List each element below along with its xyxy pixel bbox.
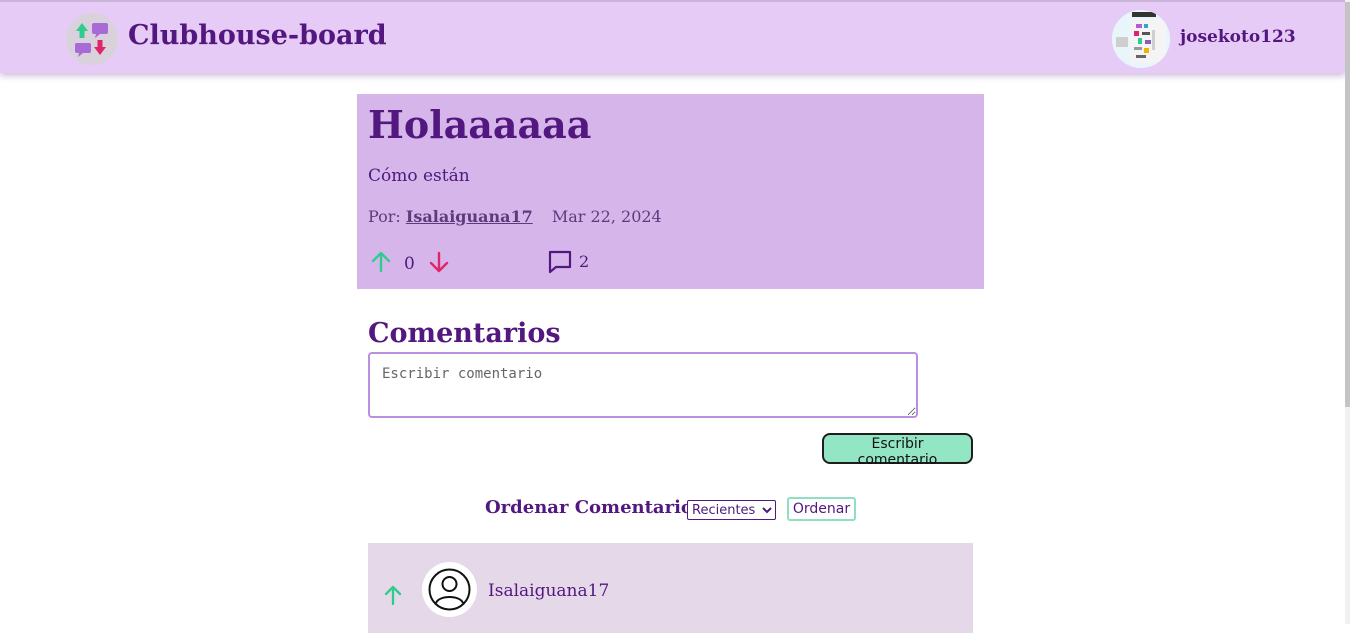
top-navbar: Clubhouse-board josekoto123: [0, 0, 1345, 73]
comments-heading: Comentarios: [368, 318, 561, 349]
comment-count: 2: [579, 252, 590, 271]
arrow-up-icon[interactable]: [368, 249, 394, 275]
post-card: Holaaaaaa Cómo están Por: Isalaiguana17 …: [357, 94, 984, 289]
post-title: Holaaaaaa: [368, 102, 592, 147]
user-avatar[interactable]: [1112, 10, 1170, 68]
sort-button[interactable]: Ordenar: [787, 497, 856, 521]
submit-comment-button[interactable]: Escribir comentario: [822, 433, 973, 468]
comment-author[interactable]: Isalaiguana17: [488, 581, 609, 601]
post-meta: Por: Isalaiguana17 Mar 22, 2024: [368, 207, 662, 226]
post-score: 0: [404, 254, 415, 274]
comment-input[interactable]: [368, 352, 918, 418]
sort-select[interactable]: Recientes: [687, 500, 776, 520]
logo-icon[interactable]: [66, 13, 118, 65]
sort-comments-label: Ordenar Comentarios: [485, 497, 704, 518]
post-body: Cómo están: [368, 166, 470, 186]
arrow-down-icon[interactable]: [426, 249, 452, 275]
comment-card: Isalaiguana17: [368, 543, 973, 633]
user-circle-icon: [422, 562, 477, 617]
scrollbar-thumb[interactable]: [1345, 2, 1350, 407]
arrow-up-icon[interactable]: [381, 583, 405, 607]
page-scrollbar[interactable]: [1345, 0, 1350, 624]
post-date: Mar 22, 2024: [551, 207, 662, 226]
post-by-label: Por:: [368, 207, 401, 226]
username-label[interactable]: josekoto123: [1180, 27, 1296, 47]
site-title[interactable]: Clubhouse-board: [128, 20, 387, 51]
post-author-link[interactable]: Isalaiguana17: [406, 207, 533, 226]
comment-bubble-icon[interactable]: [547, 249, 573, 275]
